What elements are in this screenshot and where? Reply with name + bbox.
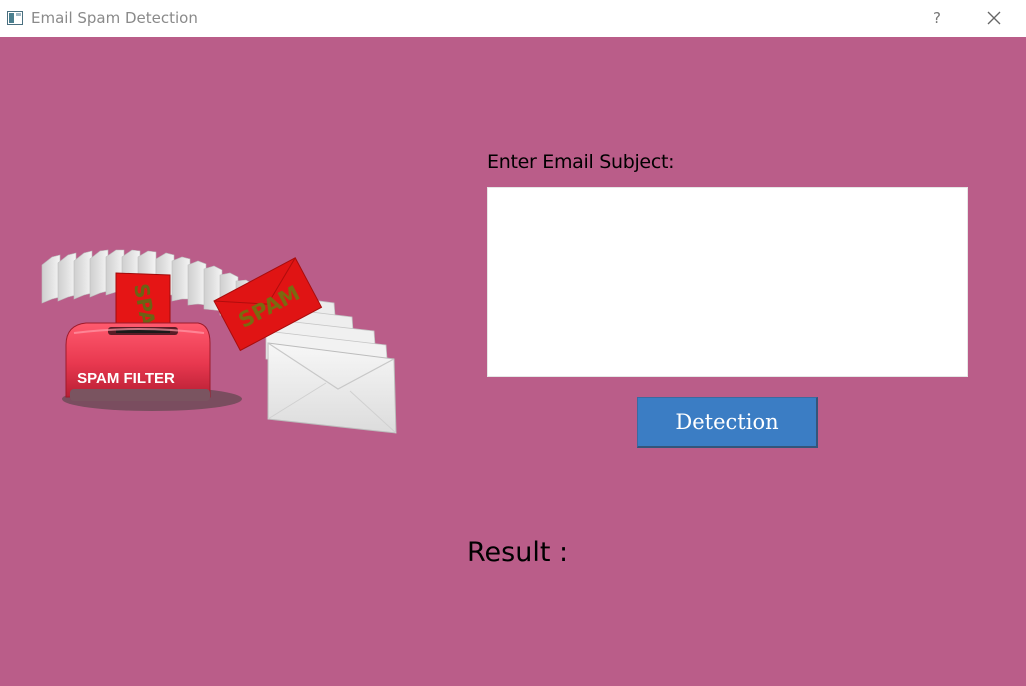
title-bar: Email Spam Detection ? [0,0,1026,37]
main-panel: SPAM SPAM SPAM FILTER Enter Email Subjec… [0,37,1026,686]
spam-filter-illustration: SPAM SPAM SPAM FILTER [38,213,400,439]
close-button[interactable] [976,4,1012,32]
subject-label: Enter Email Subject: [487,151,675,173]
subject-input[interactable] [487,187,968,377]
window-title: Email Spam Detection [31,9,198,27]
spam-filter-box: SPAM FILTER [62,322,242,411]
close-icon [987,11,1001,25]
help-button[interactable]: ? [920,4,954,32]
app-window: Email Spam Detection ? SPAM SPAM SPAM FI… [0,0,1026,686]
result-label: Result : [467,537,569,568]
detection-button[interactable]: Detection [637,397,818,448]
spam-filter-label: SPAM FILTER [77,370,175,387]
app-window-icon [7,10,23,25]
